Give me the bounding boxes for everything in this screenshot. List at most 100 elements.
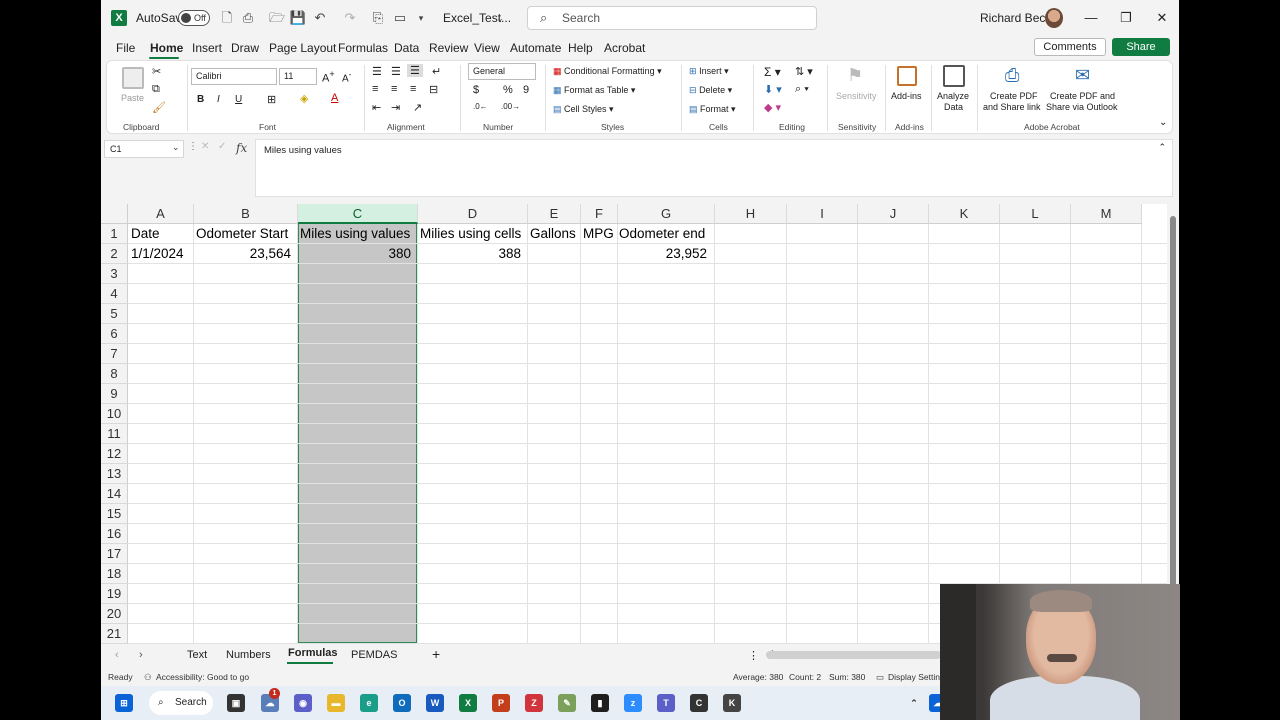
tab-review[interactable]: Review <box>429 41 468 55</box>
format-painter-icon[interactable]: 🖌 <box>152 101 166 114</box>
tab-file[interactable]: File <box>116 41 135 55</box>
vertical-scroll-thumb[interactable] <box>1170 216 1176 636</box>
wrap-text-icon[interactable]: ↵ <box>432 65 441 78</box>
select-all-corner[interactable] <box>101 204 128 224</box>
app-icon-c[interactable]: C <box>690 694 708 712</box>
close-icon[interactable]: ✕ <box>1152 9 1172 27</box>
sheet-tab-text[interactable]: Text <box>187 649 207 661</box>
increase-decimal-icon[interactable]: .0← <box>473 102 488 111</box>
row-header-4[interactable]: 4 <box>101 284 128 304</box>
file-explorer-icon[interactable]: ▬ <box>327 694 345 712</box>
create-pdf-share-line2[interactable]: and Share link <box>983 102 1041 112</box>
add-ins-icon[interactable] <box>897 66 917 86</box>
column-header-B[interactable]: B <box>194 204 298 224</box>
comments-button[interactable]: Comments <box>1034 38 1106 56</box>
autosum-icon[interactable]: Σ ▾ <box>764 65 781 79</box>
align-middle-icon[interactable]: ☰ <box>391 65 401 78</box>
column-header-D[interactable]: D <box>418 204 528 224</box>
accessibility-status[interactable]: Accessibility: Good to go <box>156 672 249 682</box>
cell-D2[interactable]: 388 <box>420 244 521 264</box>
decrease-indent-icon[interactable]: ⇤ <box>372 101 381 114</box>
status-count[interactable]: Count: 2 <box>789 672 821 682</box>
tab-help[interactable]: Help <box>568 41 593 55</box>
font-name-select[interactable]: Calibri <box>191 68 277 85</box>
chat-icon[interactable]: ◉ <box>294 694 312 712</box>
powerpoint-icon[interactable]: P <box>492 694 510 712</box>
horizontal-scrollbar[interactable] <box>766 651 941 659</box>
row-header-17[interactable]: 17 <box>101 544 128 564</box>
column-header-M[interactable]: M <box>1071 204 1142 224</box>
format-cells-button[interactable]: ▤ Format ▾ <box>689 104 736 115</box>
app-icon-chart[interactable]: ✎ <box>558 694 576 712</box>
collapse-formula-bar-icon[interactable]: ⌃ <box>1158 142 1166 153</box>
cell-G1[interactable]: Odometer end <box>619 224 705 244</box>
zoom-icon[interactable]: z <box>624 694 642 712</box>
cell-E1[interactable]: Gallons <box>530 224 576 244</box>
redo-icon[interactable]: ↷ <box>341 9 359 27</box>
column-header-F[interactable]: F <box>581 204 618 224</box>
delete-cells-button[interactable]: ⊟ Delete ▾ <box>689 85 732 96</box>
align-left-icon[interactable]: ≡ <box>372 83 378 95</box>
cell-D1[interactable]: Milies using cells <box>420 224 521 244</box>
underline-icon[interactable]: U <box>235 94 242 105</box>
vertical-scrollbar[interactable] <box>1167 204 1179 644</box>
row-header-15[interactable]: 15 <box>101 504 128 524</box>
italic-icon[interactable]: I <box>217 94 220 105</box>
cancel-entry-icon[interactable]: ✕ <box>201 141 209 152</box>
column-header-H[interactable]: H <box>715 204 787 224</box>
create-pdf-link-icon[interactable]: ⎙ <box>1005 65 1019 86</box>
app-icon-k[interactable]: K <box>723 694 741 712</box>
tabs-more-icon[interactable]: ⋮ <box>748 649 759 662</box>
column-header-J[interactable]: J <box>858 204 929 224</box>
fill-color-icon[interactable]: ◈ <box>300 92 308 105</box>
create-pdf-outlook-line2[interactable]: Share via Outlook <box>1046 102 1118 112</box>
find-select-icon[interactable]: ⌕ ▾ <box>795 83 809 96</box>
add-ins-button[interactable]: Add-ins <box>891 91 922 101</box>
add-sheet-icon[interactable]: + <box>432 646 440 662</box>
row-header-2[interactable]: 2 <box>101 244 128 264</box>
save-icon[interactable]: 💾 <box>289 9 307 27</box>
analyze-data-icon[interactable] <box>943 65 965 87</box>
paste-icon[interactable] <box>122 67 144 89</box>
column-header-K[interactable]: K <box>929 204 1000 224</box>
create-pdf-outlook-icon[interactable]: ✉ <box>1075 65 1090 86</box>
status-sum[interactable]: Sum: 380 <box>829 672 865 682</box>
row-header-18[interactable]: 18 <box>101 564 128 584</box>
row-header-10[interactable]: 10 <box>101 404 128 424</box>
column-header-L[interactable]: L <box>1000 204 1071 224</box>
task-view-icon[interactable]: ▣ <box>227 694 245 712</box>
row-header-7[interactable]: 7 <box>101 344 128 364</box>
orientation-icon[interactable]: ↗ <box>413 101 422 114</box>
row-header-16[interactable]: 16 <box>101 524 128 544</box>
tab-formulas[interactable]: Formulas <box>338 41 388 55</box>
column-header-A[interactable]: A <box>128 204 194 224</box>
undo-icon[interactable]: ↶ <box>311 9 329 27</box>
screenshot-icon[interactable]: ⎘ <box>369 9 387 27</box>
cell-F1[interactable]: MPG <box>583 224 614 244</box>
tab-page-layout[interactable]: Page Layout <box>269 41 336 55</box>
bold-icon[interactable]: B <box>197 94 204 105</box>
tab-view[interactable]: View <box>474 41 500 55</box>
row-header-6[interactable]: 6 <box>101 324 128 344</box>
format-as-table-button[interactable]: ▦ Format as Table ▾ <box>553 85 635 96</box>
name-box-dropdown-icon[interactable]: ⌄ <box>172 142 180 153</box>
column-header-G[interactable]: G <box>618 204 715 224</box>
prev-sheet-icon[interactable]: ‹ <box>115 649 119 661</box>
font-size-select[interactable]: 11 <box>279 68 317 85</box>
increase-font-icon[interactable]: A+ <box>322 69 335 85</box>
row-header-5[interactable]: 5 <box>101 304 128 324</box>
word-icon[interactable]: W <box>426 694 444 712</box>
sensitivity-button[interactable]: Sensitivity <box>836 91 877 101</box>
clear-icon[interactable]: ◆ ▾ <box>764 101 781 114</box>
row-header-12[interactable]: 12 <box>101 444 128 464</box>
cell-B2[interactable]: 23,564 <box>196 244 291 264</box>
filename-chevron-icon[interactable]: ⌄ <box>491 9 509 27</box>
row-header-20[interactable]: 20 <box>101 604 128 624</box>
collapse-ribbon-icon[interactable]: ⌄ <box>1159 117 1167 128</box>
outlook-icon[interactable]: O <box>393 694 411 712</box>
cell-G2[interactable]: 23,952 <box>619 244 707 264</box>
row-header-21[interactable]: 21 <box>101 624 128 644</box>
conditional-formatting-button[interactable]: ▦ Conditional Formatting ▾ <box>553 66 662 77</box>
column-header-E[interactable]: E <box>528 204 581 224</box>
customize-qat-icon[interactable]: ▾ <box>412 9 430 27</box>
